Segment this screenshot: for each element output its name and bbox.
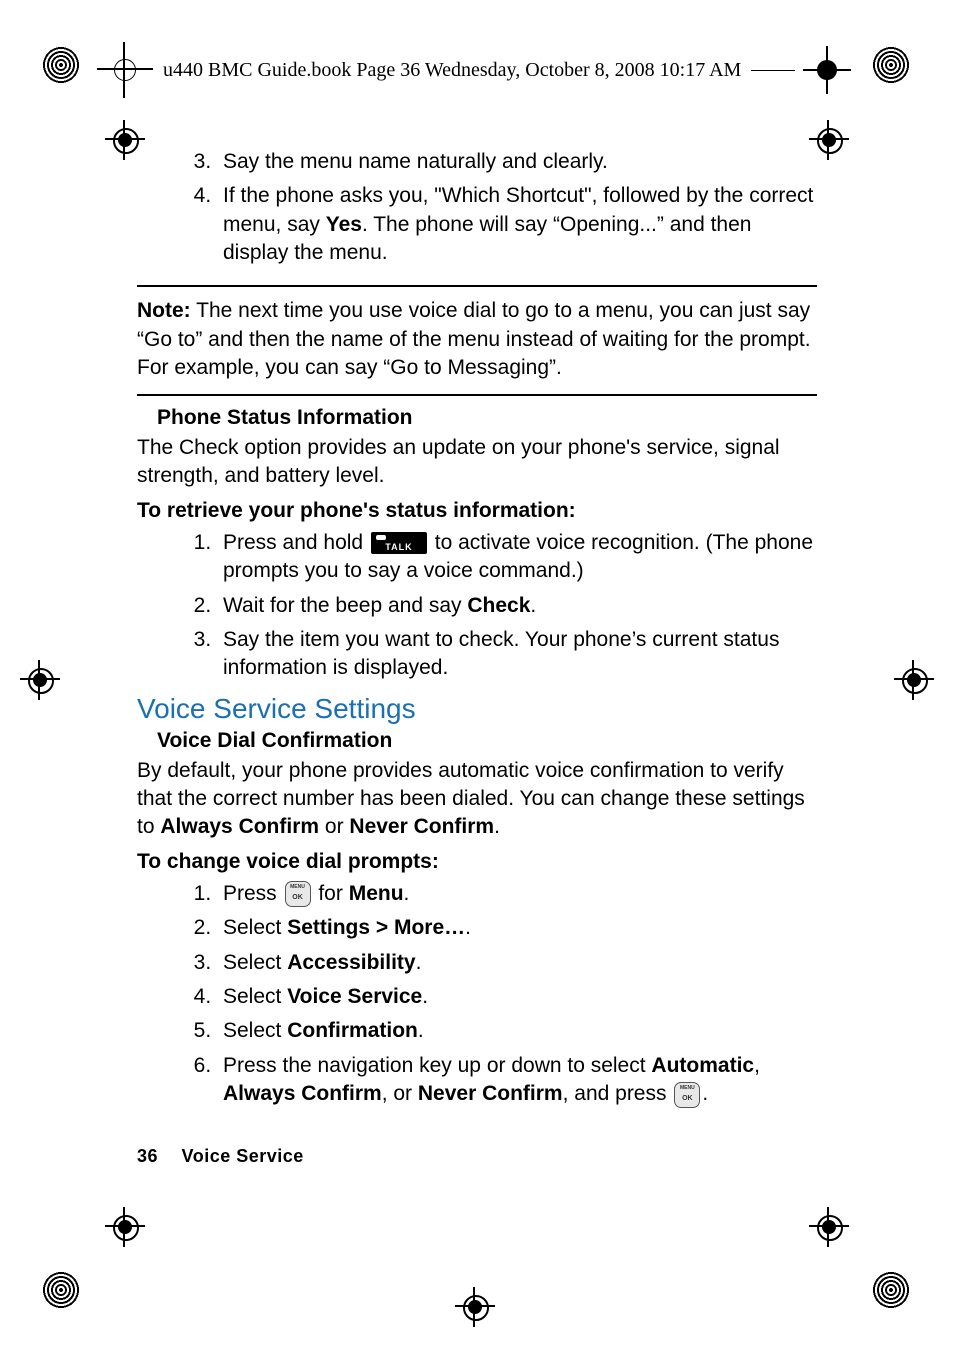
header-cross-icon	[105, 50, 145, 90]
note-text: The next time you use voice dial to go t…	[137, 299, 811, 379]
ps-step-1-pre: Press and hold	[223, 531, 369, 554]
divider-1	[137, 285, 817, 287]
vd-s2-pre: Select	[223, 916, 287, 939]
vd-s5-post: .	[418, 1019, 424, 1042]
vd-s1-post: .	[404, 882, 410, 905]
voice-dial-body: By default, your phone provides automati…	[137, 757, 817, 842]
ps-step-2-bold: Check	[467, 594, 530, 617]
voice-dial-task: To change voice dial prompts:	[137, 848, 817, 876]
vd-s3-pre: Select	[223, 951, 287, 974]
vd-s2-b: Settings > More…	[287, 916, 465, 939]
step-3: Say the menu name naturally and clearly.	[217, 148, 817, 176]
reg-cross-bottom	[455, 1287, 495, 1327]
vd-s6-m3: , and press	[563, 1082, 673, 1105]
voice-dial-steps: Press for Menu. Select Settings > More….…	[137, 880, 817, 1108]
header-rule	[751, 70, 795, 71]
vd-s1-mid: for	[313, 882, 349, 905]
vd-s6-m1: ,	[754, 1054, 760, 1077]
vd-step-5: Select Confirmation.	[217, 1017, 817, 1045]
subheading-voice-dial-confirmation: Voice Dial Confirmation	[157, 729, 817, 753]
reg-mark-tr	[872, 46, 912, 86]
page-number: 36	[137, 1146, 158, 1166]
reg-mark-tl	[42, 46, 82, 86]
phone-status-steps: Press and hold to activate voice recogni…	[137, 529, 817, 683]
vd-body-b2: Never Confirm	[349, 815, 494, 838]
menu-ok-key-icon-2	[674, 1082, 700, 1108]
vd-s4-b: Voice Service	[287, 985, 422, 1008]
reg-mark-br	[872, 1271, 912, 1311]
vd-s6-b2: Always Confirm	[223, 1082, 382, 1105]
vd-s4-post: .	[422, 985, 428, 1008]
vd-s5-b: Confirmation	[287, 1019, 418, 1042]
reg-cross-inner-br	[809, 1207, 849, 1247]
ps-step-2-post: .	[530, 594, 536, 617]
page-body: Say the menu name naturally and clearly.…	[137, 148, 817, 1114]
section-heading-voice-service-settings: Voice Service Settings	[137, 693, 817, 725]
menu-ok-key-icon	[285, 881, 311, 907]
print-header: u440 BMC Guide.book Page 36 Wednesday, O…	[105, 50, 849, 90]
step-4: If the phone asks you, "Which Shortcut",…	[217, 182, 817, 267]
vd-s5-pre: Select	[223, 1019, 287, 1042]
vd-step-6: Press the navigation key up or down to s…	[217, 1052, 817, 1109]
vd-s6-b3: Never Confirm	[418, 1082, 563, 1105]
talk-key-icon	[371, 532, 427, 554]
vd-body-post: .	[494, 815, 500, 838]
ps-step-2-pre: Wait for the beep and say	[223, 594, 467, 617]
ps-step-3: Say the item you want to check. Your pho…	[217, 626, 817, 683]
phone-status-task: To retrieve your phone's status informat…	[137, 497, 817, 525]
vd-s3-b: Accessibility	[287, 951, 415, 974]
header-dot-icon	[817, 60, 837, 80]
page-footer: 36 Voice Service	[137, 1146, 304, 1167]
ps-step-2: Wait for the beep and say Check.	[217, 592, 817, 620]
vd-step-1: Press for Menu.	[217, 880, 817, 908]
footer-section: Voice Service	[182, 1146, 304, 1166]
divider-2	[137, 394, 817, 396]
vd-body-b1: Always Confirm	[160, 815, 319, 838]
reg-cross-right	[894, 660, 934, 700]
note-paragraph: Note: The next time you use voice dial t…	[137, 297, 817, 382]
step-3-text: Say the menu name naturally and clearly.	[223, 150, 608, 173]
subheading-phone-status: Phone Status Information	[157, 406, 817, 430]
vd-s1-pre: Press	[223, 882, 283, 905]
reg-cross-inner-bl	[105, 1207, 145, 1247]
reg-mark-bl	[42, 1271, 82, 1311]
vd-step-4: Select Voice Service.	[217, 983, 817, 1011]
vd-body-mid: or	[319, 815, 349, 838]
vd-s4-pre: Select	[223, 985, 287, 1008]
reg-cross-left	[20, 660, 60, 700]
vd-step-2: Select Settings > More….	[217, 914, 817, 942]
vd-s2-post: .	[465, 916, 471, 939]
phone-status-body: The Check option provides an update on y…	[137, 434, 817, 491]
vd-s6-post: .	[702, 1082, 708, 1105]
vd-s6-pre: Press the navigation key up or down to s…	[223, 1054, 651, 1077]
vd-s6-b1: Automatic	[651, 1054, 754, 1077]
note-label: Note:	[137, 299, 191, 322]
top-steps-list: Say the menu name naturally and clearly.…	[137, 148, 817, 267]
vd-s3-post: .	[416, 951, 422, 974]
step-4-bold: Yes	[326, 213, 362, 236]
vd-step-3: Select Accessibility.	[217, 949, 817, 977]
vd-s1-b: Menu	[349, 882, 404, 905]
header-text: u440 BMC Guide.book Page 36 Wednesday, O…	[163, 59, 741, 82]
vd-s6-m2: , or	[382, 1082, 418, 1105]
ps-step-1: Press and hold to activate voice recogni…	[217, 529, 817, 586]
ps-step-3-text: Say the item you want to check. Your pho…	[223, 628, 779, 679]
